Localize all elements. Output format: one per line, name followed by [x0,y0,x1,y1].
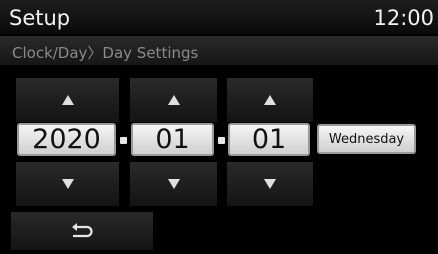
title-bar: Setup 12:00 [0,0,438,34]
clock-time: 12:00 [373,6,434,30]
day-down-button[interactable] [226,161,314,207]
page-title: Setup [9,6,71,30]
day-field[interactable]: 01 [228,123,310,156]
triangle-up-icon [264,95,276,105]
back-arrow-icon [72,223,93,238]
back-button[interactable] [10,211,154,251]
separator-dot [218,137,225,144]
year-field[interactable]: 2020 [17,123,116,156]
breadcrumb-text: Clock/Day〉Day Settings [12,44,199,62]
month-down-button[interactable] [129,161,218,207]
triangle-down-icon [61,179,74,189]
month-up-button[interactable] [129,77,218,123]
triangle-down-icon [264,179,276,189]
month-field[interactable]: 01 [131,123,214,156]
separator-dot [120,137,127,144]
breadcrumb: Clock/Day〉Day Settings [0,36,438,65]
triangle-down-icon [167,179,180,189]
year-up-button[interactable] [15,77,120,123]
triangle-up-icon [167,95,180,105]
year-down-button[interactable] [15,161,120,207]
weekday-label: Wednesday [317,124,416,154]
day-up-button[interactable] [226,77,314,123]
triangle-up-icon [61,95,74,105]
